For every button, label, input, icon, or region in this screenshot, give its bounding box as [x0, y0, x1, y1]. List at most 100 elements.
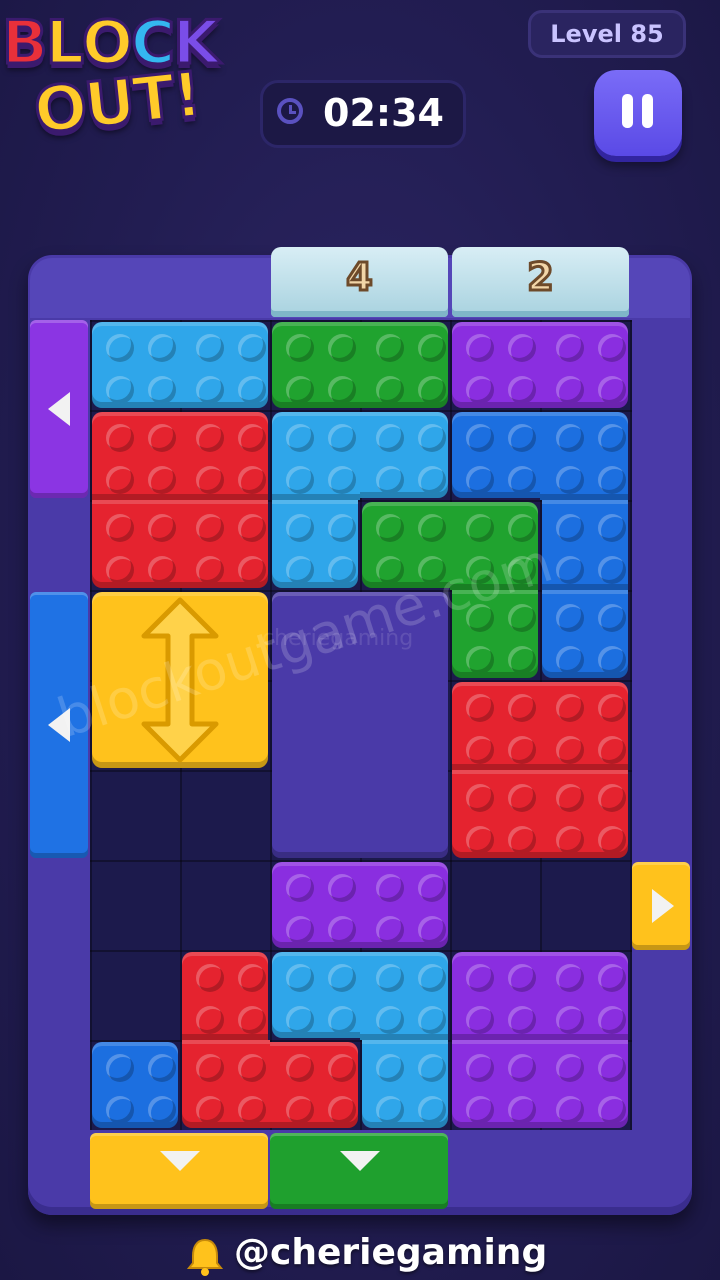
stud	[466, 376, 494, 404]
stud	[106, 1054, 134, 1082]
stud	[556, 736, 584, 764]
block-cell[interactable]	[180, 500, 268, 588]
block-cell[interactable]	[452, 1040, 540, 1128]
stud	[556, 1006, 584, 1034]
block-cell[interactable]	[360, 862, 448, 948]
stud	[328, 874, 356, 902]
stud	[328, 916, 356, 944]
stud	[376, 964, 404, 992]
block-cell[interactable]	[540, 412, 628, 500]
stud	[556, 646, 584, 674]
block-cell[interactable]	[182, 1040, 270, 1128]
block-cell[interactable]	[540, 770, 628, 858]
block-cell[interactable]	[92, 322, 180, 408]
block-cell[interactable]	[540, 682, 628, 770]
exit-counter-value: 4	[345, 254, 374, 301]
stud	[466, 736, 494, 764]
block-cell[interactable]	[272, 862, 360, 948]
stud	[466, 646, 494, 674]
block-cell[interactable]	[182, 952, 268, 1040]
stud	[376, 376, 404, 404]
stud	[376, 514, 404, 542]
block-cell[interactable]	[92, 412, 180, 500]
stud	[418, 466, 446, 494]
stud	[238, 1096, 266, 1124]
block-cell[interactable]	[540, 952, 628, 1040]
stud	[556, 826, 584, 854]
stud	[286, 514, 314, 542]
stud	[598, 514, 626, 542]
block-cell[interactable]	[452, 770, 540, 858]
stud	[418, 1096, 446, 1124]
block-cell[interactable]	[452, 412, 540, 498]
block-cell[interactable]	[180, 412, 268, 500]
stud	[598, 1054, 626, 1082]
stud	[466, 1096, 494, 1124]
stud	[328, 964, 356, 992]
block-cell[interactable]	[180, 322, 268, 408]
arrow-right-icon	[652, 889, 674, 923]
exit-counter-green: 4	[271, 247, 448, 317]
stud	[508, 784, 536, 812]
stud	[148, 1096, 176, 1124]
block-cell[interactable]	[452, 682, 540, 770]
logo-letter: O	[29, 68, 90, 149]
stud	[328, 1096, 356, 1124]
block-cell[interactable]	[360, 952, 448, 1040]
stud	[466, 784, 494, 812]
stud	[556, 424, 584, 452]
stud	[286, 916, 314, 944]
stud	[286, 556, 314, 584]
block-cell[interactable]	[540, 322, 628, 408]
stud	[598, 556, 626, 584]
stud	[598, 964, 626, 992]
stud	[196, 1096, 224, 1124]
block-cell[interactable]	[272, 500, 358, 588]
arrow-left-icon	[48, 392, 70, 426]
block-cell[interactable]	[452, 952, 540, 1040]
stud	[508, 1006, 536, 1034]
stud	[466, 694, 494, 722]
pause-button[interactable]	[594, 70, 682, 156]
stud	[196, 376, 224, 404]
block-cell[interactable]	[452, 322, 540, 408]
block-cell[interactable]	[360, 412, 448, 498]
block-cell[interactable]	[272, 412, 360, 500]
stud	[196, 334, 224, 362]
block-cell[interactable]	[272, 952, 360, 1038]
exit-counter-purple: 2	[452, 247, 629, 317]
stud	[418, 334, 446, 362]
arrow-down-icon	[340, 1151, 380, 1171]
stud	[328, 376, 356, 404]
stud	[238, 334, 266, 362]
stud	[328, 466, 356, 494]
game-logo: BLOCK OUT!	[0, 0, 262, 150]
block-cell[interactable]	[362, 1040, 448, 1128]
exit-gate-yellow-bottom	[90, 1133, 268, 1209]
exit-counter-value: 2	[526, 254, 555, 301]
block-cell[interactable]	[272, 322, 360, 408]
stud	[418, 874, 446, 902]
block-cell[interactable]	[270, 1042, 358, 1128]
block-cell[interactable]	[360, 322, 448, 408]
block-cell[interactable]	[92, 1042, 178, 1128]
stud	[508, 424, 536, 452]
stud	[328, 514, 356, 542]
stud	[148, 514, 176, 542]
block-cell[interactable]	[540, 1040, 628, 1128]
stud	[556, 514, 584, 542]
stud	[376, 916, 404, 944]
stud	[328, 556, 356, 584]
stud	[376, 1054, 404, 1082]
stud	[196, 466, 224, 494]
block-cell[interactable]	[542, 590, 628, 678]
stud	[418, 424, 446, 452]
stud	[286, 1096, 314, 1124]
pause-icon-bar	[642, 94, 653, 128]
exit-gate-yellow-right	[632, 862, 690, 950]
stud	[376, 334, 404, 362]
stud	[556, 1096, 584, 1124]
stud	[598, 376, 626, 404]
stud	[376, 1006, 404, 1034]
block-cell[interactable]	[92, 500, 180, 588]
